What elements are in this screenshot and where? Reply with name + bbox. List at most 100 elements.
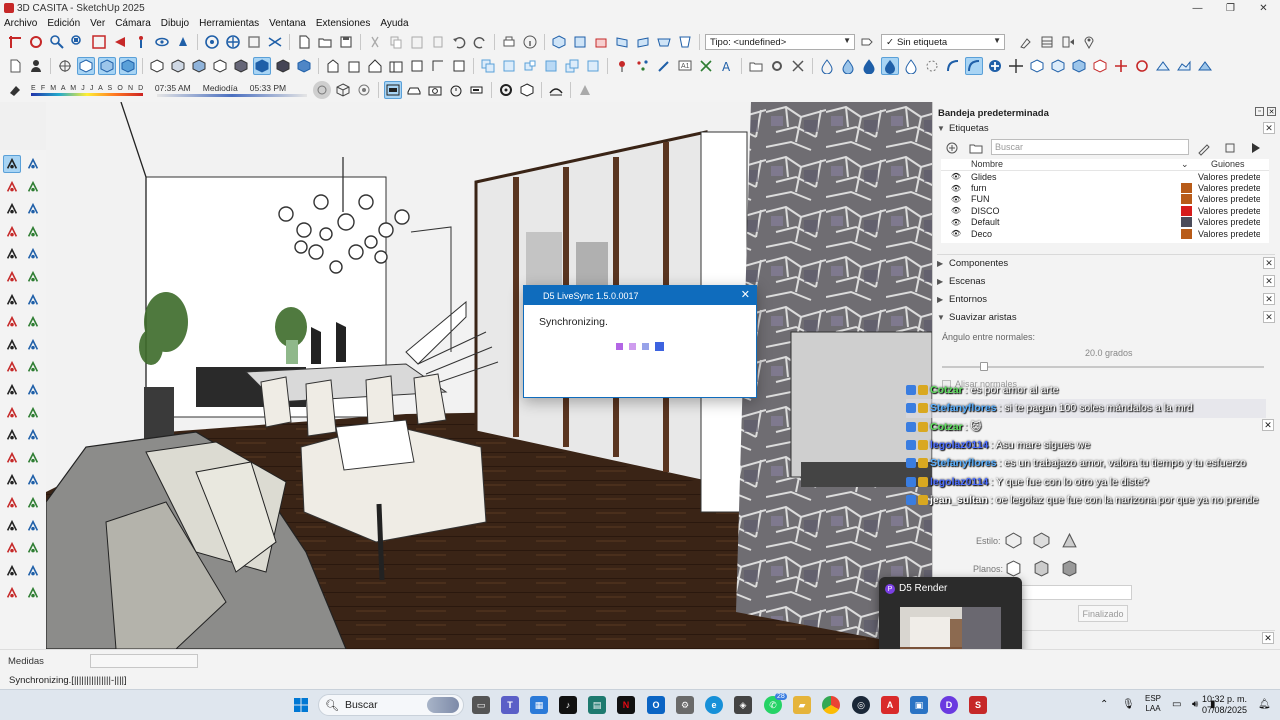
house-back-icon[interactable] (387, 57, 405, 75)
plane-1-icon[interactable] (1005, 560, 1022, 577)
eye-visibility-icon[interactable]: 👁︎ (941, 184, 971, 193)
zoom-tool-icon[interactable] (3, 494, 21, 512)
hex-red-icon[interactable] (1091, 57, 1109, 75)
shadow-toggle-icon[interactable] (312, 81, 331, 99)
text-tool-icon[interactable]: A (718, 57, 736, 75)
3d-viewport[interactable] (46, 102, 932, 649)
tag-color-swatch[interactable] (1181, 194, 1192, 205)
erase-icon[interactable] (429, 33, 447, 51)
minimize-button[interactable]: — (1181, 0, 1214, 16)
tag-details-icon[interactable] (1247, 139, 1265, 157)
tray-close-icon[interactable]: ✕ (1267, 107, 1276, 116)
language-indicator[interactable]: ESP LAA (1145, 694, 1161, 714)
tag-row[interactable]: 👁︎ FUN Valores predete (941, 194, 1269, 205)
box-render-icon[interactable] (518, 81, 536, 99)
scale-icon[interactable] (3, 381, 21, 399)
house-side-icon[interactable] (345, 57, 363, 75)
arc-2pt-icon[interactable] (24, 291, 42, 309)
section-entornos[interactable]: ▶ Entornos ✕ (937, 291, 1275, 307)
tag-row[interactable]: 👁︎ furn Valores predete (941, 182, 1269, 194)
text-icon[interactable] (24, 426, 42, 444)
tiktok-icon[interactable]: ♪ (559, 696, 577, 714)
task-view-icon[interactable]: ▭ (472, 696, 490, 714)
menu-ver[interactable]: Ver (90, 18, 105, 29)
hose-active-icon[interactable] (965, 57, 983, 75)
style-hex-2-icon[interactable] (1033, 532, 1050, 549)
finalizado-button[interactable]: Finalizado (1078, 605, 1128, 622)
eye-visibility-icon[interactable]: 👁︎ (941, 172, 971, 181)
battery-icon[interactable] (468, 81, 486, 99)
tag-color-swatch[interactable] (1181, 228, 1192, 239)
tag-line-style[interactable]: Valores predete (1198, 217, 1260, 227)
tag-row[interactable]: 👁︎ Glides Valores predete (941, 171, 1269, 182)
shaded-textures-icon[interactable] (190, 57, 208, 75)
back-edges-icon[interactable] (98, 57, 116, 75)
tag-line-style[interactable]: Valores predete (1198, 194, 1260, 204)
crosshair-icon[interactable] (1007, 57, 1025, 75)
microphone-icon[interactable]: 🎙︎ (1122, 699, 1135, 710)
orbit-tool-icon[interactable] (3, 517, 21, 535)
axes-icon[interactable] (56, 57, 74, 75)
previous-view-icon[interactable] (111, 33, 129, 51)
hex-2-icon[interactable] (1049, 57, 1067, 75)
tag-color-swatch[interactable] (1181, 171, 1192, 182)
drop-active-icon[interactable] (881, 57, 899, 75)
settings-gear-icon[interactable] (768, 57, 786, 75)
file-explorer-icon[interactable]: ▤ (588, 696, 606, 714)
offset-icon[interactable] (24, 381, 42, 399)
section-close-icon[interactable]: ✕ (1263, 122, 1275, 134)
rotated-rect-icon[interactable] (24, 245, 42, 263)
acrobat-icon[interactable]: A (881, 696, 899, 714)
section-close-icon[interactable]: ✕ (1263, 257, 1275, 269)
tag-color-swatch[interactable] (1181, 217, 1192, 228)
timer-icon[interactable] (447, 81, 465, 99)
cube-view-icon[interactable] (334, 81, 352, 99)
pan-tool-icon[interactable] (24, 517, 42, 535)
sandbox-icon[interactable] (24, 562, 42, 580)
pan-icon[interactable] (224, 33, 242, 51)
scatter-icon[interactable] (634, 57, 652, 75)
house-roof-icon[interactable] (366, 57, 384, 75)
store-icon[interactable]: ▦ (530, 696, 548, 714)
menu-ayuda[interactable]: Ayuda (380, 18, 408, 29)
tray-pin-icon[interactable]: ▫ (1255, 107, 1264, 116)
tag-color-swatch[interactable] (1181, 205, 1192, 216)
section-icon[interactable] (3, 471, 21, 489)
view-bottom-icon[interactable] (676, 33, 694, 51)
line-icon[interactable] (3, 223, 21, 241)
view-left-icon[interactable] (655, 33, 673, 51)
arc-icon[interactable] (3, 291, 21, 309)
dotted-icon[interactable] (923, 57, 941, 75)
style-box-icon[interactable] (232, 57, 250, 75)
type-combo[interactable]: Tipo: <undefined> ▼ (705, 34, 855, 50)
sketchup-alt-icon[interactable]: S (969, 696, 987, 714)
dimension-icon[interactable] (24, 404, 42, 422)
network-icon[interactable]: ▭ (1172, 699, 1181, 710)
make-component-icon[interactable] (3, 200, 21, 218)
3d-text-icon[interactable] (24, 449, 42, 467)
axes-icon[interactable] (3, 449, 21, 467)
add-circle-icon[interactable] (986, 57, 1004, 75)
tag-search-input[interactable]: Buscar (991, 139, 1189, 155)
tag-row[interactable]: 👁︎ DISCO Valores predete (941, 205, 1269, 216)
plane-3-icon[interactable] (1061, 560, 1078, 577)
eraser-icon[interactable] (24, 178, 42, 196)
maximize-button[interactable]: ❐ (1214, 0, 1247, 16)
terrain-3-icon[interactable] (1196, 57, 1214, 75)
paint-bucket-icon[interactable] (3, 178, 21, 196)
component-4-icon[interactable] (563, 57, 581, 75)
view-front-icon[interactable] (592, 33, 610, 51)
menu-archivo[interactable]: Archivo (4, 18, 37, 29)
smooth-angle-slider[interactable] (942, 366, 1264, 368)
car-icon[interactable] (405, 81, 423, 99)
xbox-icon[interactable]: ◈ (734, 696, 752, 714)
paint-tool-button[interactable] (27, 33, 45, 51)
shadow-month-slider[interactable] (31, 92, 143, 96)
model-info-icon[interactable] (521, 33, 539, 51)
folder-icon[interactable]: ▰ (793, 696, 811, 714)
redo-icon[interactable] (471, 33, 489, 51)
windows-start-icon[interactable] (292, 696, 310, 714)
open-folder-icon[interactable] (316, 33, 334, 51)
circle-icon[interactable] (3, 268, 21, 286)
folder-open-icon[interactable] (747, 57, 765, 75)
